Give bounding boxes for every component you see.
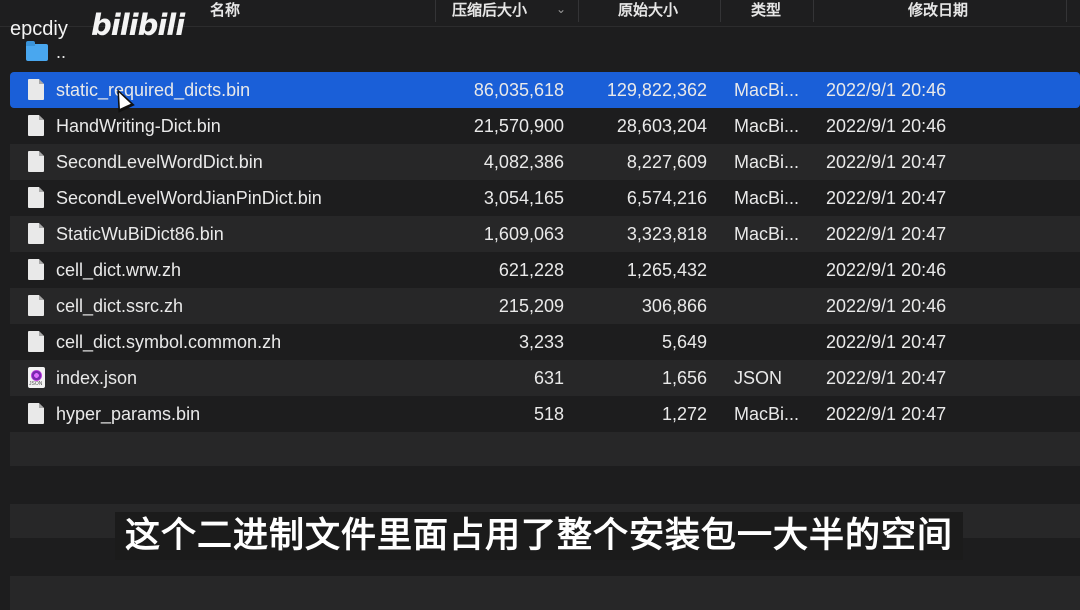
modified-date: 2022/9/1 20:47 <box>826 404 947 424</box>
file-name: cell_dict.symbol.common.zh <box>56 332 282 352</box>
file-kind: MacBi... <box>734 188 800 208</box>
modified-date: 2022/9/1 20:46 <box>826 296 947 316</box>
column-kind-header[interactable]: 类型 <box>751 0 781 26</box>
compressed-size: 21,570,900 <box>473 116 564 136</box>
column-divider <box>813 0 814 22</box>
file-row[interactable]: StaticWuBiDict86.bin 1,609,063 3,323,818… <box>10 216 1080 252</box>
sort-chevron-icon[interactable]: ⌄ <box>556 2 566 16</box>
original-size: 5,649 <box>661 332 707 352</box>
compressed-size: 1,609,063 <box>483 224 564 244</box>
document-icon <box>28 295 44 316</box>
file-name: HandWriting-Dict.bin <box>56 116 221 136</box>
binary-file-icon <box>28 403 44 424</box>
file-name: index.json <box>56 368 138 388</box>
file-name: SecondLevelWordJianPinDict.bin <box>56 188 322 208</box>
file-name: SecondLevelWordDict.bin <box>56 152 263 172</box>
file-row[interactable]: static_required_dicts.bin 86,035,618 129… <box>10 72 1080 108</box>
original-size: 3,323,818 <box>626 224 707 244</box>
binary-file-icon <box>28 187 44 208</box>
original-size: 28,603,204 <box>616 116 707 136</box>
binary-file-icon <box>28 151 44 172</box>
original-size: 1,656 <box>661 368 707 388</box>
file-name: cell_dict.wrw.zh <box>56 260 182 280</box>
column-compressed-size-header[interactable]: 压缩后大小 <box>452 0 527 26</box>
modified-date: 2022/9/1 20:47 <box>826 152 947 172</box>
compressed-size: 4,082,386 <box>483 152 564 172</box>
column-divider <box>578 0 579 22</box>
file-row[interactable]: cell_dict.symbol.common.zh 3,233 5,649 2… <box>10 324 1080 360</box>
modified-date: 2022/9/1 20:47 <box>826 188 947 208</box>
file-row[interactable]: cell_dict.wrw.zh 621,228 1,265,432 2022/… <box>10 252 1080 288</box>
compressed-size: 631 <box>533 368 564 388</box>
file-kind: JSON <box>734 368 783 388</box>
original-size: 8,227,609 <box>626 152 707 172</box>
original-size: 306,866 <box>641 296 707 316</box>
column-original-size-header[interactable]: 原始大小 <box>618 0 678 26</box>
binary-file-icon <box>28 115 44 136</box>
compressed-size: 3,054,165 <box>483 188 564 208</box>
modified-date: 2022/9/1 20:46 <box>826 260 947 280</box>
parent-folder-label: .. <box>56 42 67 62</box>
file-row[interactable]: SecondLevelWordDict.bin 4,082,386 8,227,… <box>10 144 1080 180</box>
modified-date: 2022/9/1 20:46 <box>826 116 947 136</box>
original-size: 1,272 <box>661 404 707 424</box>
modified-date: 2022/9/1 20:46 <box>826 80 947 100</box>
bilibili-logo: bilibili <box>91 8 185 42</box>
file-name: StaticWuBiDict86.bin <box>56 224 224 244</box>
compressed-size: 3,233 <box>518 332 564 352</box>
original-size: 6,574,216 <box>626 188 707 208</box>
empty-row <box>10 576 1080 610</box>
binary-file-icon <box>28 79 44 100</box>
compressed-size: 86,035,618 <box>473 80 564 100</box>
compressed-size: 215,209 <box>498 296 564 316</box>
file-kind: MacBi... <box>734 404 800 424</box>
file-row[interactable]: HandWriting-Dict.bin 21,570,900 28,603,2… <box>10 108 1080 144</box>
compressed-size: 621,228 <box>498 260 564 280</box>
binary-file-icon <box>28 223 44 244</box>
folder-icon <box>26 41 48 61</box>
file-kind: MacBi... <box>734 152 800 172</box>
file-name: cell_dict.ssrc.zh <box>56 296 184 316</box>
file-kind: MacBi... <box>734 224 800 244</box>
file-row[interactable]: JSON index.json 631 1,656 JSON 2022/9/1 … <box>10 360 1080 396</box>
watermark-username: epcdiy <box>10 18 68 40</box>
modified-date: 2022/9/1 20:47 <box>826 332 947 352</box>
empty-row <box>10 432 1080 466</box>
original-size: 1,265,432 <box>626 260 707 280</box>
column-divider <box>435 0 436 22</box>
original-size: 129,822,362 <box>606 80 707 100</box>
video-subtitle: 这个二进制文件里面占用了整个安装包一大半的空间 <box>115 512 964 560</box>
column-modified-header[interactable]: 修改日期 <box>908 0 968 26</box>
file-name: static_required_dicts.bin <box>56 80 251 100</box>
column-name-header[interactable]: 名称 <box>210 0 240 26</box>
modified-date: 2022/9/1 20:47 <box>826 224 947 244</box>
column-divider <box>720 0 721 22</box>
file-name: hyper_params.bin <box>56 404 201 424</box>
document-icon <box>28 259 44 280</box>
file-row[interactable]: cell_dict.ssrc.zh 215,209 306,866 2022/9… <box>10 288 1080 324</box>
modified-date: 2022/9/1 20:47 <box>826 368 947 388</box>
json-file-icon: JSON <box>28 367 45 388</box>
compressed-size: 518 <box>533 404 564 424</box>
document-icon <box>28 331 44 352</box>
file-row[interactable]: SecondLevelWordJianPinDict.bin 3,054,165… <box>10 180 1080 216</box>
column-divider <box>1066 0 1067 22</box>
file-kind: MacBi... <box>734 80 800 100</box>
file-row[interactable]: hyper_params.bin 518 1,272 MacBi... 2022… <box>10 396 1080 432</box>
file-kind: MacBi... <box>734 116 800 136</box>
